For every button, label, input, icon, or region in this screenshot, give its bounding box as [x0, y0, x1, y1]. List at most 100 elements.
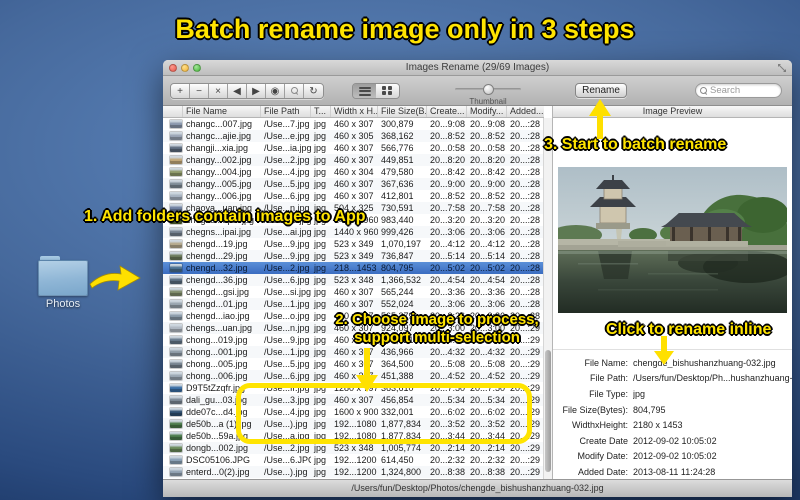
cell-thumb — [163, 466, 183, 478]
table-row[interactable]: chengd...29.jpg/Use...9.jpg jpg 523 x 349 7… — [163, 250, 544, 262]
table-row[interactable]: changy...004.jpg/Use...4.jpg jpg 460 x 304… — [163, 166, 544, 178]
table-row[interactable]: chong...006.jpg/Use...6.jpg jpg 460 x 307 4… — [163, 370, 544, 382]
table-row[interactable]: changji...xia.jpg/Use...ia.jpg jpg 460 x 3… — [163, 142, 544, 154]
column-header-file-name[interactable]: File Name — [183, 106, 261, 117]
refresh-button[interactable]: ↻ — [304, 84, 323, 98]
cell-size: 730,591 — [381, 203, 414, 213]
column-header-modify[interactable]: Modify... — [467, 106, 507, 117]
table-row[interactable]: chong...001.jpg/Use...1.jpg jpg 460 x 307 4… — [163, 346, 544, 358]
cell-name: chengd...32.jpg — [186, 263, 248, 273]
add-folder-button[interactable]: + — [171, 84, 190, 98]
table-row[interactable]: changy...005.jpg/Use...5.jpg jpg 460 x 307… — [163, 178, 544, 190]
file-thumbnail — [170, 156, 182, 164]
cell-modified: 20...3:06 — [470, 227, 506, 237]
metadata-label: File Path: — [589, 373, 628, 384]
table-row[interactable]: chegns...ipai.jpg/Use...ai.jpg jpg 1440 x … — [163, 226, 544, 238]
table-row[interactable]: changc...ajie.jpg/Use...e.jpg jpg 460 x 30… — [163, 130, 544, 142]
annotation-step1: 1. Add folders contain images to App — [84, 208, 366, 225]
cell-added: 20...:28 — [510, 227, 541, 237]
metadata-value[interactable]: 2180 x 1453 — [633, 420, 683, 430]
column-header-type[interactable]: T... — [311, 106, 331, 117]
column-header-file-size[interactable]: File Size(B... — [378, 106, 427, 117]
cell-size: 367,636 — [381, 179, 414, 189]
metadata-label: WidthxHeight: — [571, 420, 628, 431]
remove-button[interactable]: − — [190, 84, 209, 98]
column-header-dimensions[interactable]: Width x H... — [331, 106, 378, 117]
file-thumbnail — [170, 120, 182, 128]
file-thumbnail — [170, 384, 182, 392]
scrollbar-thumb[interactable] — [545, 350, 551, 472]
metadata-value[interactable]: 2012-09-02 10:05:02 — [633, 436, 717, 446]
preview-button[interactable]: ◉ — [266, 84, 285, 98]
cell-thumb — [163, 286, 183, 298]
table-row[interactable]: chengd...gsi.jpg/Use...si.jpg jpg 460 x 30… — [163, 286, 544, 298]
search-field[interactable]: Search — [695, 83, 782, 98]
cell-name: enterd...0(2).jpg — [186, 467, 250, 477]
metadata-value[interactable]: 2013-08-11 11:24:28 — [633, 467, 715, 477]
cell-dims: 460 x 307 — [334, 155, 374, 165]
cell-name: changji...xia.jpg — [186, 143, 249, 153]
previous-button[interactable]: ◀ — [228, 84, 247, 98]
metadata-value[interactable]: 2012-09-02 10:05:02 — [633, 451, 717, 461]
search-icon — [290, 87, 298, 94]
cell-path: /Use...5.jpg — [264, 179, 310, 189]
cell-added: 20...:29 — [510, 347, 541, 357]
table-row[interactable]: chengd...19.jpg/Use...9.jpg jpg 523 x 349 1… — [163, 238, 544, 250]
grid-view-button[interactable] — [376, 84, 399, 98]
cell-modified: 20...5:02 — [470, 263, 506, 273]
metadata-value[interactable]: /Users/fun/Desktop/Ph...hushanzhuang-032… — [633, 373, 792, 383]
metadata-value[interactable]: jpg — [633, 389, 645, 399]
metadata-panel: File Name: chengde_bishushanzhuang-032.jp… — [553, 349, 792, 480]
cell-name: chegns...ipai.jpg — [186, 227, 252, 237]
table-row[interactable]: chong...005.jpg/Use...5.jpg jpg 460 x 307 3… — [163, 358, 544, 370]
table-row[interactable]: changy...002.jpg/Use...2.jpg jpg 460 x 307… — [163, 154, 544, 166]
cell-type: jpg — [314, 371, 327, 381]
cell-size: 566,776 — [381, 143, 414, 153]
column-header-create[interactable]: Create... — [427, 106, 467, 117]
cell-path: /Use...n.jpg — [264, 323, 310, 333]
search-button[interactable] — [285, 84, 304, 98]
table-row[interactable]: changc...007.jpg/Use...7.jpg jpg 460 x 307… — [163, 118, 544, 130]
column-header-added[interactable]: Added... — [507, 106, 544, 117]
annotation-step2: 2. Choose image to process, support mult… — [335, 311, 539, 346]
cell-created: 20...5:14 — [430, 251, 466, 261]
table-row[interactable]: enterd...0(2).jpg/Use...).jpg jpg 192...12… — [163, 466, 544, 478]
cell-size: 451,388 — [381, 371, 414, 381]
cell-modified: 20...8:42 — [470, 167, 506, 177]
table-row[interactable]: chengd...32.jpg/Use...2.jpg jpg 218...1453… — [163, 262, 544, 274]
column-header-file-path[interactable]: File Path — [261, 106, 311, 117]
folder-label: Photos — [45, 298, 81, 310]
cell-path: /Use...2.jpg — [264, 155, 310, 165]
next-button[interactable]: ▶ — [247, 84, 266, 98]
table-row[interactable]: DSC05106.JPG/Use...6.JPG jpg 192...1200 614… — [163, 454, 544, 466]
file-thumbnail — [170, 180, 182, 188]
cell-created: 20...4:54 — [430, 275, 466, 285]
table-row[interactable]: chengd...01.jpg/Use...1.jpg jpg 460 x 307 5… — [163, 298, 544, 310]
cell-name: changy...004.jpg — [186, 167, 252, 177]
rename-button[interactable]: Rename — [575, 83, 627, 98]
cell-modified: 20...0:58 — [470, 143, 506, 153]
table-row[interactable]: changy...006.jpg/Use...6.jpg jpg 460 x 307… — [163, 190, 544, 202]
zoomer-track[interactable] — [455, 84, 521, 95]
table-scrollbar[interactable] — [543, 118, 552, 479]
metadata-value[interactable]: 804,795 — [633, 405, 666, 415]
fullscreen-icon[interactable] — [777, 63, 787, 73]
cell-dims: 460 x 307 — [334, 143, 374, 153]
cell-thumb — [163, 358, 183, 370]
cell-name: changc...ajie.jpg — [186, 131, 252, 141]
search-placeholder: Search — [710, 85, 741, 96]
cell-modified: 20...4:32 — [470, 347, 506, 357]
cell-size: 412,801 — [381, 191, 414, 201]
list-view-button[interactable] — [353, 84, 376, 98]
cell-created: 20...3:06 — [430, 299, 466, 309]
file-thumbnail — [170, 228, 182, 236]
delete-button[interactable]: × — [209, 84, 228, 98]
zoomer-knob[interactable] — [483, 84, 495, 95]
table-row[interactable]: chengd...36.jpg/Use...6.jpg jpg 523 x 348 1… — [163, 274, 544, 286]
window-titlebar[interactable]: Images Rename (29/69 Images) — [163, 60, 792, 76]
cell-dims: 192...1200 — [334, 455, 377, 465]
view-toggle — [352, 83, 400, 99]
cell-type: jpg — [314, 287, 327, 297]
column-header-thumb[interactable] — [163, 106, 183, 117]
file-thumbnail — [170, 312, 182, 320]
